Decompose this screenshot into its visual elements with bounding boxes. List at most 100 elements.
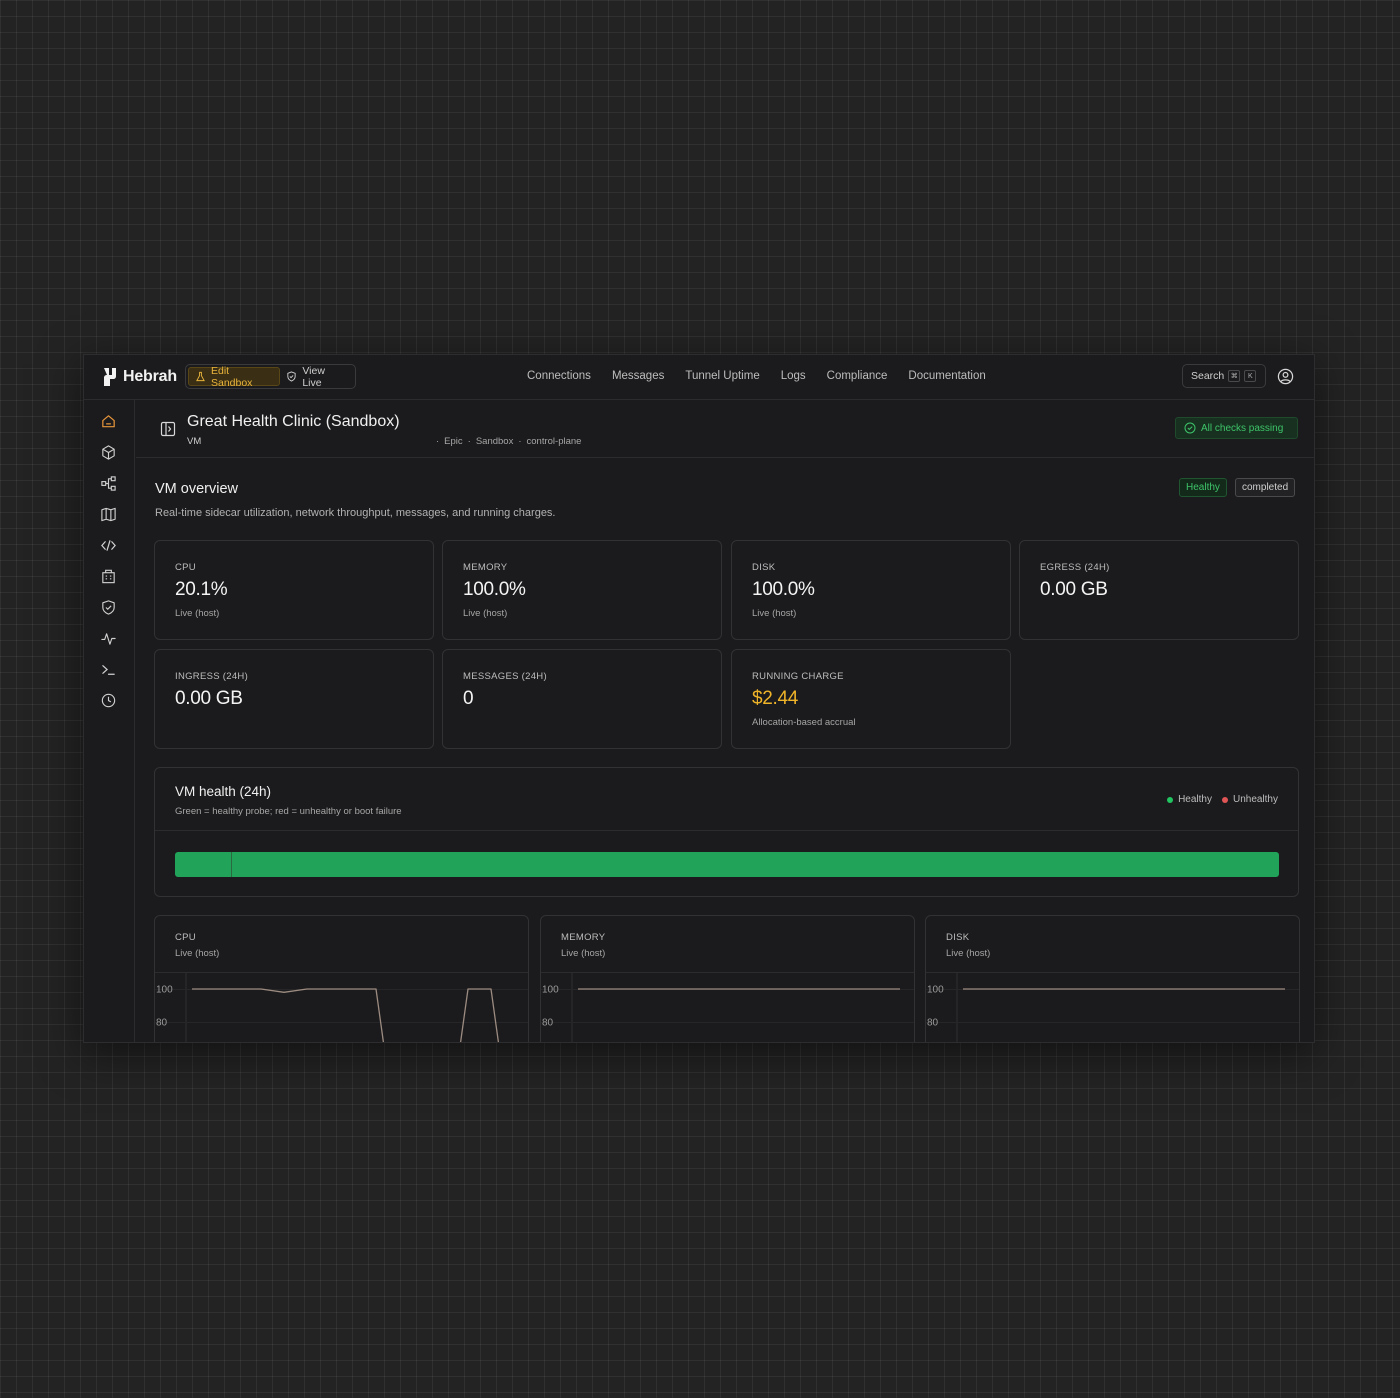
healthy-badge: Healthy — [1179, 478, 1227, 497]
disk-line-chart[interactable]: 100 80 — [926, 973, 1300, 1043]
card-note: Allocation-based accrual — [752, 717, 856, 728]
shield-icon — [287, 371, 296, 382]
clock-icon[interactable] — [100, 692, 117, 709]
page-header: Great Health Clinic (Sandbox) VM · Epic … — [136, 400, 1314, 458]
shortcut-cmd-key: ⌘ — [1228, 370, 1241, 382]
metric-card-cpu: CPU 20.1% Live (host) — [154, 540, 434, 640]
page-title: Great Health Clinic (Sandbox) — [187, 413, 400, 430]
card-value: $2.44 — [752, 688, 799, 709]
home-icon[interactable] — [100, 413, 117, 430]
metric-card-disk: DISK 100.0% Live (host) — [731, 540, 1011, 640]
disk-chart-panel: DISK Live (host) 100 80 — [925, 915, 1300, 1043]
unhealthy-dot-icon — [1221, 796, 1228, 803]
vm-health-panel: VM health (24h) Green = healthy probe; r… — [154, 767, 1299, 897]
memory-chart-panel: MEMORY Live (host) 100 80 — [540, 915, 915, 1043]
nav-connections[interactable]: Connections — [527, 370, 591, 382]
card-value: 100.0% — [752, 579, 815, 600]
health-legend: Healthy Unhealthy — [1167, 794, 1278, 805]
health-title: VM health (24h) — [175, 784, 272, 799]
nav-logs[interactable]: Logs — [781, 370, 806, 382]
card-label: CPU — [175, 562, 196, 573]
cpu-line-chart[interactable]: 100 80 — [155, 973, 529, 1043]
sidebar — [84, 400, 135, 1042]
search-label: Search — [1191, 370, 1225, 382]
shield-check-icon[interactable] — [100, 599, 117, 616]
y-tick-label: 100 — [927, 985, 944, 996]
shortcut-k-key: K — [1244, 370, 1257, 382]
metric-card-memory: MEMORY 100.0% Live (host) — [442, 540, 722, 640]
y-tick-label: 80 — [156, 1018, 168, 1029]
terminal-icon[interactable] — [100, 661, 117, 678]
flask-icon — [196, 371, 205, 382]
legend-healthy: Healthy — [1167, 794, 1212, 805]
panel-toggle-icon[interactable] — [160, 421, 176, 437]
card-label: EGRESS (24H) — [1040, 562, 1110, 573]
metric-card-running-charge: RUNNING CHARGE $2.44 Allocation-based ac… — [731, 649, 1011, 749]
card-label: RUNNING CHARGE — [752, 671, 844, 682]
page-meta: · Epic · Sandbox · control-plane — [436, 436, 581, 447]
top-bar: Hebrah Edit Sandbox View Live Connection… — [84, 355, 1314, 400]
meta-separator: · — [518, 436, 522, 447]
chart-title: MEMORY — [561, 932, 606, 943]
user-account-icon[interactable] — [1277, 368, 1294, 385]
code-icon[interactable] — [100, 537, 117, 554]
y-tick-label: 100 — [156, 985, 173, 996]
metric-card-egress: EGRESS (24H) 0.00 GB — [1019, 540, 1299, 640]
chart-title: CPU — [175, 932, 196, 943]
card-note: Live (host) — [175, 608, 220, 619]
card-note: Live (host) — [752, 608, 797, 619]
health-timeline-bar[interactable] — [175, 852, 1279, 877]
legend-unhealthy: Unhealthy — [1221, 794, 1278, 805]
healthy-dot-icon — [1167, 796, 1174, 803]
health-description: Green = healthy probe; red = unhealthy o… — [175, 806, 402, 817]
view-live-label: View Live — [302, 364, 325, 389]
workflow-icon[interactable] — [100, 475, 117, 492]
card-value: 20.1% — [175, 579, 228, 600]
checks-status-badge[interactable]: All checks passing — [1175, 417, 1298, 439]
legend-unhealthy-label: Unhealthy — [1232, 794, 1278, 805]
card-label: INGRESS (24H) — [175, 671, 249, 682]
metric-card-messages: MESSAGES (24H) 0 — [442, 649, 722, 749]
completed-badge: completed — [1235, 478, 1296, 497]
meta-sandbox: Sandbox — [475, 436, 514, 447]
checks-status-label: All checks passing — [1201, 422, 1284, 434]
activity-icon[interactable] — [100, 630, 117, 647]
health-tick — [231, 852, 232, 877]
y-tick-label: 100 — [542, 985, 559, 996]
app-window: Hebrah Edit Sandbox View Live Connection… — [83, 354, 1315, 1043]
card-label: MEMORY — [463, 562, 508, 573]
card-value: 0.00 GB — [1040, 579, 1108, 600]
card-value: 100.0% — [463, 579, 526, 600]
edit-sandbox-label: Edit Sandbox — [210, 364, 253, 389]
main-nav: Connections Messages Tunnel Uptime Logs … — [527, 370, 986, 382]
cube-icon[interactable] — [100, 444, 117, 461]
card-value: 0 — [463, 688, 474, 709]
chart-subtitle: Live (host) — [561, 948, 606, 959]
chart-subtitle: Live (host) — [175, 948, 220, 959]
nav-documentation[interactable]: Documentation — [908, 370, 985, 382]
edit-sandbox-button[interactable]: Edit Sandbox — [188, 364, 281, 389]
mode-toggle: Edit Sandbox View Live — [185, 364, 356, 389]
metric-card-ingress: INGRESS (24H) 0.00 GB — [154, 649, 434, 749]
meta-epic: Epic — [444, 436, 463, 447]
search-button[interactable]: Search ⌘ K — [1182, 364, 1266, 388]
chart-subtitle: Live (host) — [946, 948, 991, 959]
card-note: Live (host) — [463, 608, 508, 619]
y-tick-label: 80 — [927, 1018, 939, 1029]
memory-line-chart[interactable]: 100 80 — [541, 973, 915, 1043]
chart-title: DISK — [946, 932, 970, 943]
series-line — [192, 988, 500, 1042]
nav-tunnel-uptime[interactable]: Tunnel Uptime — [685, 370, 759, 382]
building-icon[interactable] — [100, 568, 117, 585]
view-live-button[interactable]: View Live — [280, 364, 353, 389]
divider — [155, 830, 1298, 831]
legend-healthy-label: Healthy — [1178, 794, 1212, 805]
card-label: MESSAGES (24H) — [463, 671, 547, 682]
brand-name: Hebrah — [123, 368, 177, 385]
nav-compliance[interactable]: Compliance — [827, 370, 888, 382]
map-icon[interactable] — [100, 506, 117, 523]
brand-logo-icon — [104, 368, 116, 386]
nav-messages[interactable]: Messages — [612, 370, 664, 382]
brand[interactable]: Hebrah — [101, 366, 177, 388]
card-label: DISK — [752, 562, 776, 573]
